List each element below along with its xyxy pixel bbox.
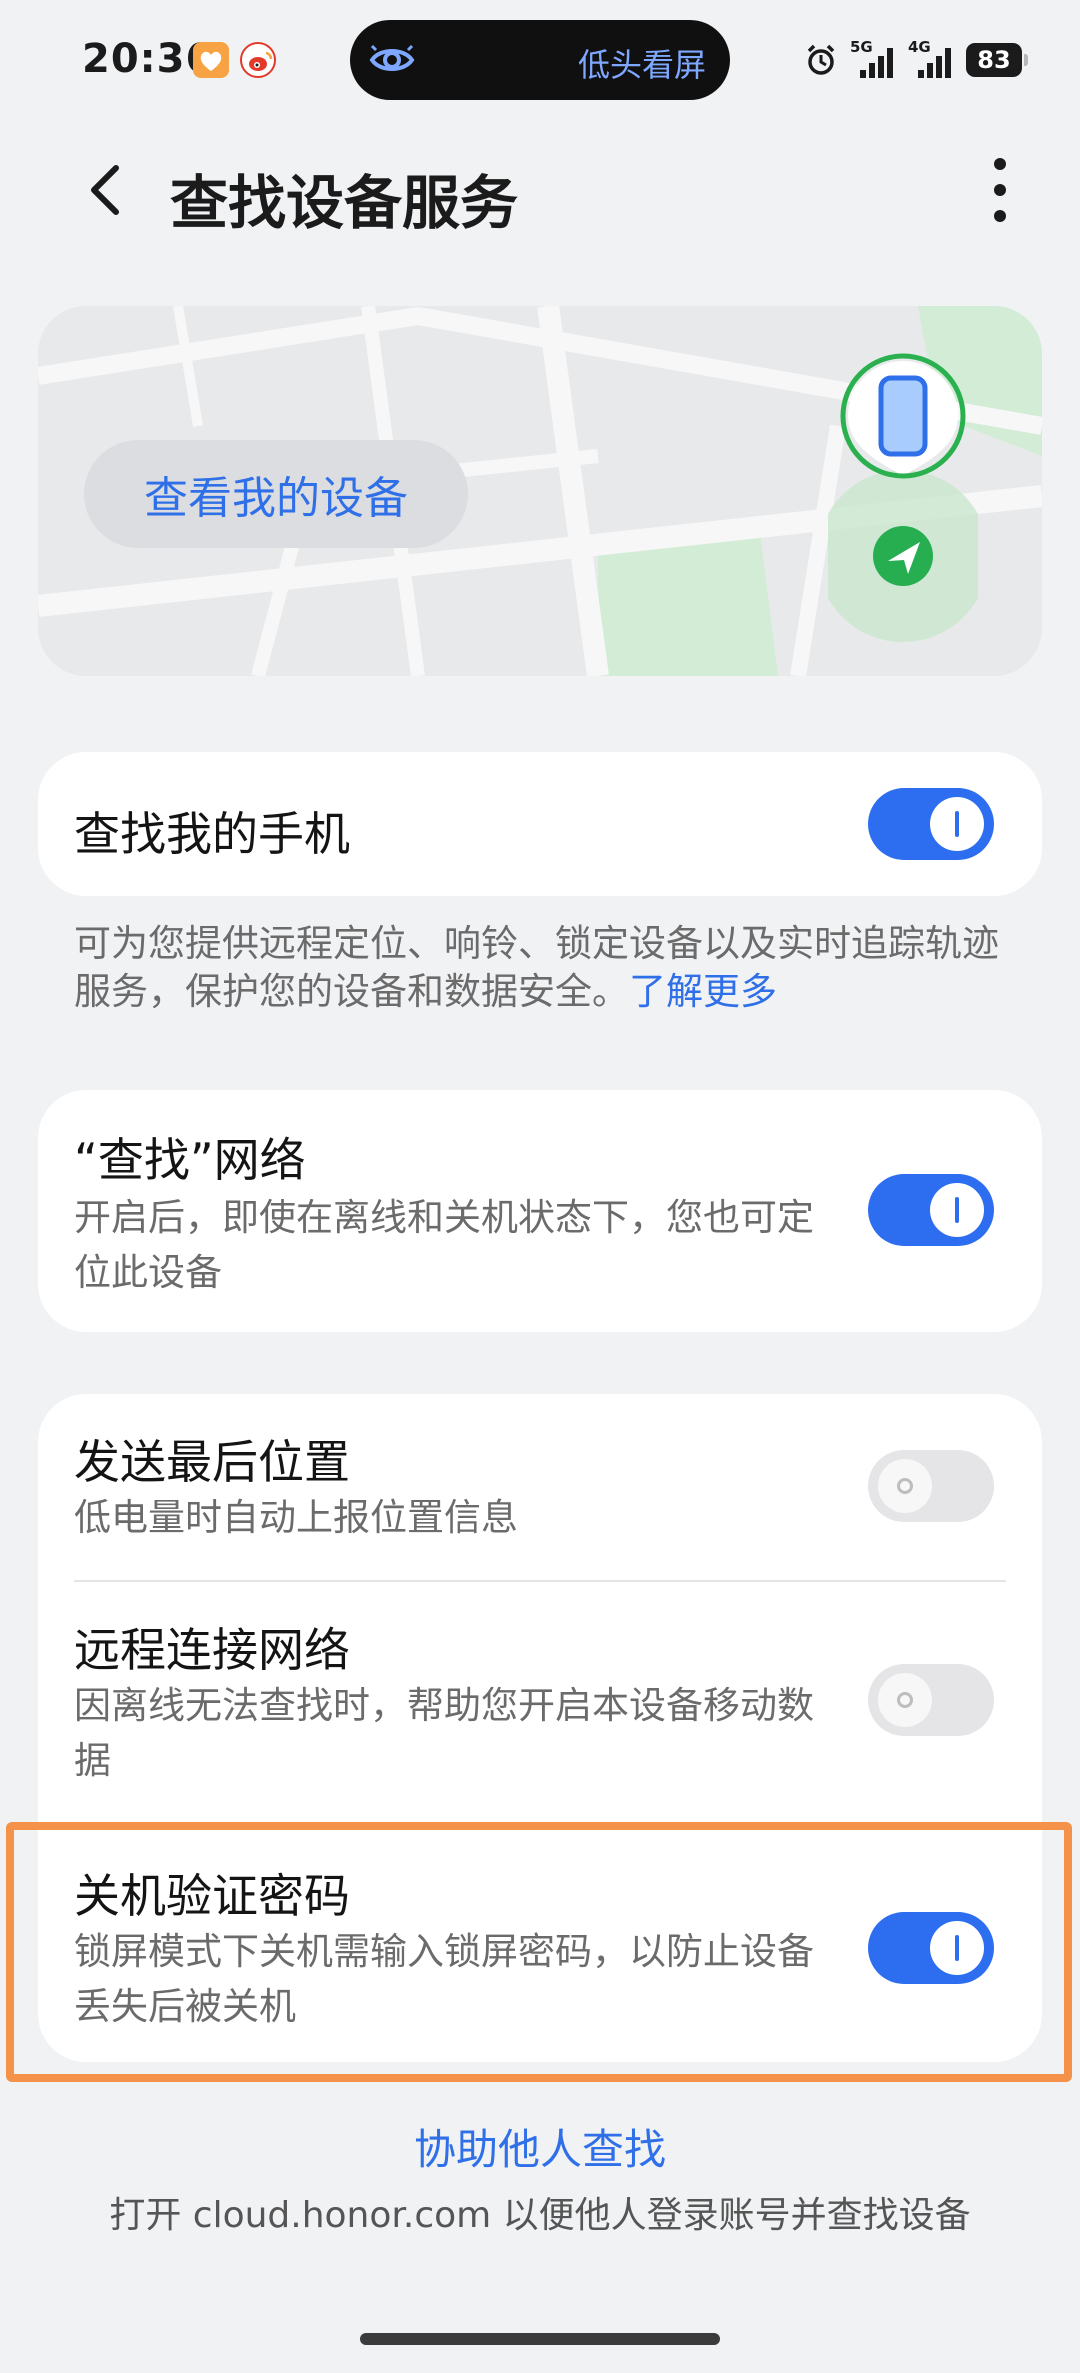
find-my-phone-title: 查找我的手机 xyxy=(74,807,350,861)
learn-more-link[interactable]: 了解更多 xyxy=(629,970,777,1013)
find-my-phone-toggle[interactable] xyxy=(868,788,994,860)
status-indicators: 5G 4G 83 xyxy=(804,38,1028,82)
status-bar: 20:36 低头看屏 5G 4G 83 xyxy=(0,0,1080,120)
assist-description: 打开 cloud.honor.com 以便他人登录账号并查找设备 xyxy=(109,2195,971,2236)
island-label: 低头看屏 xyxy=(577,46,706,84)
assist-others-link[interactable]: 协助他人查找 xyxy=(0,2116,1080,2177)
alarm-icon xyxy=(807,44,835,75)
find-network-description: 开启后，即使在离线和关机状态下，您也可定位此设备 xyxy=(74,1196,814,1294)
more-options-icon[interactable] xyxy=(980,152,1020,228)
remote-network-row[interactable]: 远程连接网络 因离线无法查找时，帮助您开启本设备移动数据 xyxy=(38,1582,1042,1820)
heart-app-icon xyxy=(193,42,229,78)
find-my-phone-description-text: 可为您提供远程定位、响铃、锁定设备以及实时追踪轨迹服务，保护您的设备和数据安全。 xyxy=(74,922,999,1013)
toggle-knob xyxy=(930,1183,984,1237)
remote-network-toggle[interactable] xyxy=(868,1664,994,1736)
find-my-phone-description: 可为您提供远程定位、响铃、锁定设备以及实时追踪轨迹服务，保护您的设备和数据安全。… xyxy=(74,920,1014,1016)
toggle-knob xyxy=(878,1459,932,1513)
view-my-device-button[interactable]: 查看我的设备 xyxy=(84,440,468,548)
find-network-toggle[interactable] xyxy=(868,1174,994,1246)
find-my-phone-card: 查找我的手机 xyxy=(38,752,1042,896)
page-title: 查找设备服务 xyxy=(170,169,519,237)
signal-4g-icon: 4G xyxy=(908,38,954,78)
weibo-icon xyxy=(240,42,276,78)
send-last-location-row[interactable]: 发送最后位置 低电量时自动上报位置信息 xyxy=(38,1394,1042,1580)
find-network-card: “查找”网络 开启后，即使在离线和关机状态下，您也可定位此设备 xyxy=(38,1090,1042,1332)
find-network-row[interactable]: “查找”网络 开启后，即使在离线和关机状态下，您也可定位此设备 xyxy=(38,1090,1042,1332)
battery-indicator: 83 xyxy=(966,43,1028,77)
app-header: 查找设备服务 xyxy=(0,130,1080,250)
send-last-location-title: 发送最后位置 xyxy=(74,1435,350,1489)
home-indicator[interactable] xyxy=(360,2333,720,2345)
send-last-location-description: 低电量时自动上报位置信息 xyxy=(74,1496,518,1539)
back-arrow-icon[interactable] xyxy=(82,160,132,220)
find-my-phone-row[interactable]: 查找我的手机 xyxy=(38,752,1042,896)
remote-network-description: 因离线无法查找时，帮助您开启本设备移动数据 xyxy=(74,1684,814,1782)
map-card[interactable]: 查看我的设备 xyxy=(38,306,1042,676)
signal-5g-icon: 5G xyxy=(850,38,896,78)
find-network-title: “查找”网络 xyxy=(74,1133,306,1187)
remote-network-title: 远程连接网络 xyxy=(74,1623,350,1677)
toggle-knob xyxy=(930,797,984,851)
device-location-pin-icon xyxy=(828,353,978,642)
dynamic-island[interactable]: 低头看屏 xyxy=(350,20,730,100)
highlight-annotation-box xyxy=(6,1822,1072,2082)
toggle-knob xyxy=(878,1673,932,1727)
eye-icon xyxy=(369,44,415,71)
send-last-location-toggle[interactable] xyxy=(868,1450,994,1522)
